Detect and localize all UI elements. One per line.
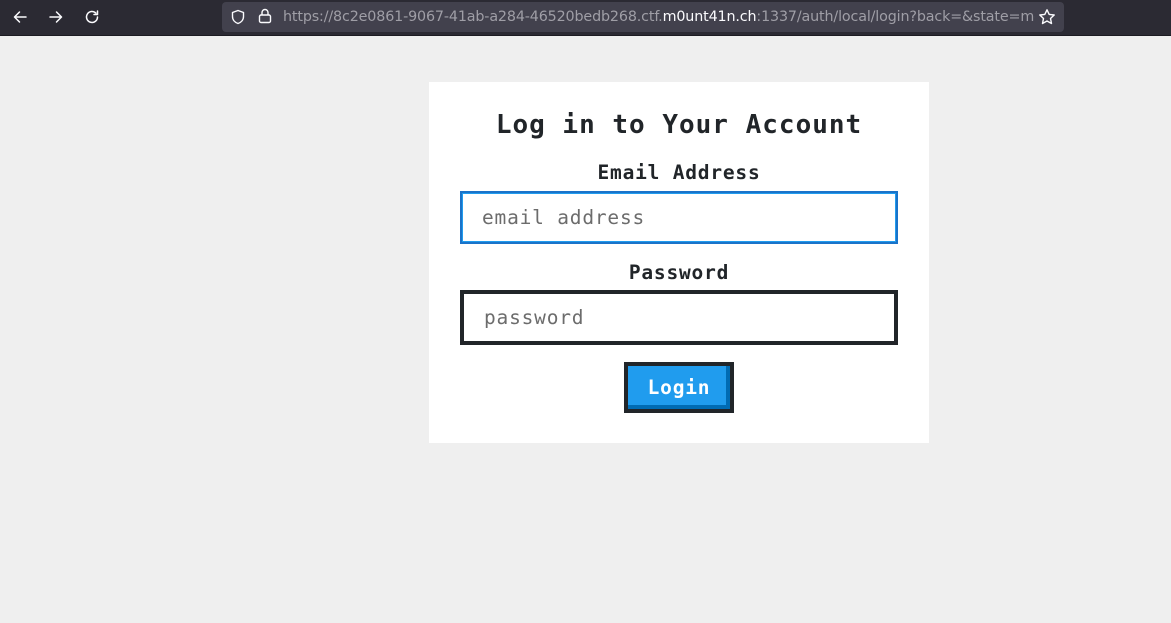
url-host: m0unt41n.ch xyxy=(662,9,757,25)
back-button[interactable] xyxy=(8,6,32,28)
login-button[interactable]: Login xyxy=(624,362,734,413)
url-prefix: https://8c2e0861-9067-41ab-a284-46520bed… xyxy=(283,9,663,25)
address-bar[interactable]: https://8c2e0861-9067-41ab-a284-46520bed… xyxy=(222,2,1064,32)
url-suffix: :1337/auth/local/login?back=&state=mo xyxy=(756,9,1035,25)
bookmark-star-icon[interactable] xyxy=(1038,8,1056,26)
browser-toolbar: https://8c2e0861-9067-41ab-a284-46520bed… xyxy=(0,0,1171,36)
password-field[interactable] xyxy=(460,290,898,345)
email-label: Email Address xyxy=(597,161,761,184)
url-text[interactable]: https://8c2e0861-9067-41ab-a284-46520bed… xyxy=(283,8,1035,26)
login-title: Log in to Your Account xyxy=(495,110,863,140)
tracking-protection-shield-icon[interactable] xyxy=(230,9,246,25)
arrow-right-icon xyxy=(49,11,63,23)
password-label: Password xyxy=(628,261,730,284)
reload-button[interactable] xyxy=(80,6,104,28)
login-card: Log in to Your Account Email Address Pas… xyxy=(429,82,929,443)
arrow-left-icon xyxy=(13,11,27,23)
reload-icon xyxy=(85,10,99,24)
lock-icon[interactable] xyxy=(258,8,272,24)
email-field[interactable] xyxy=(460,191,898,244)
forward-button[interactable] xyxy=(44,6,68,28)
